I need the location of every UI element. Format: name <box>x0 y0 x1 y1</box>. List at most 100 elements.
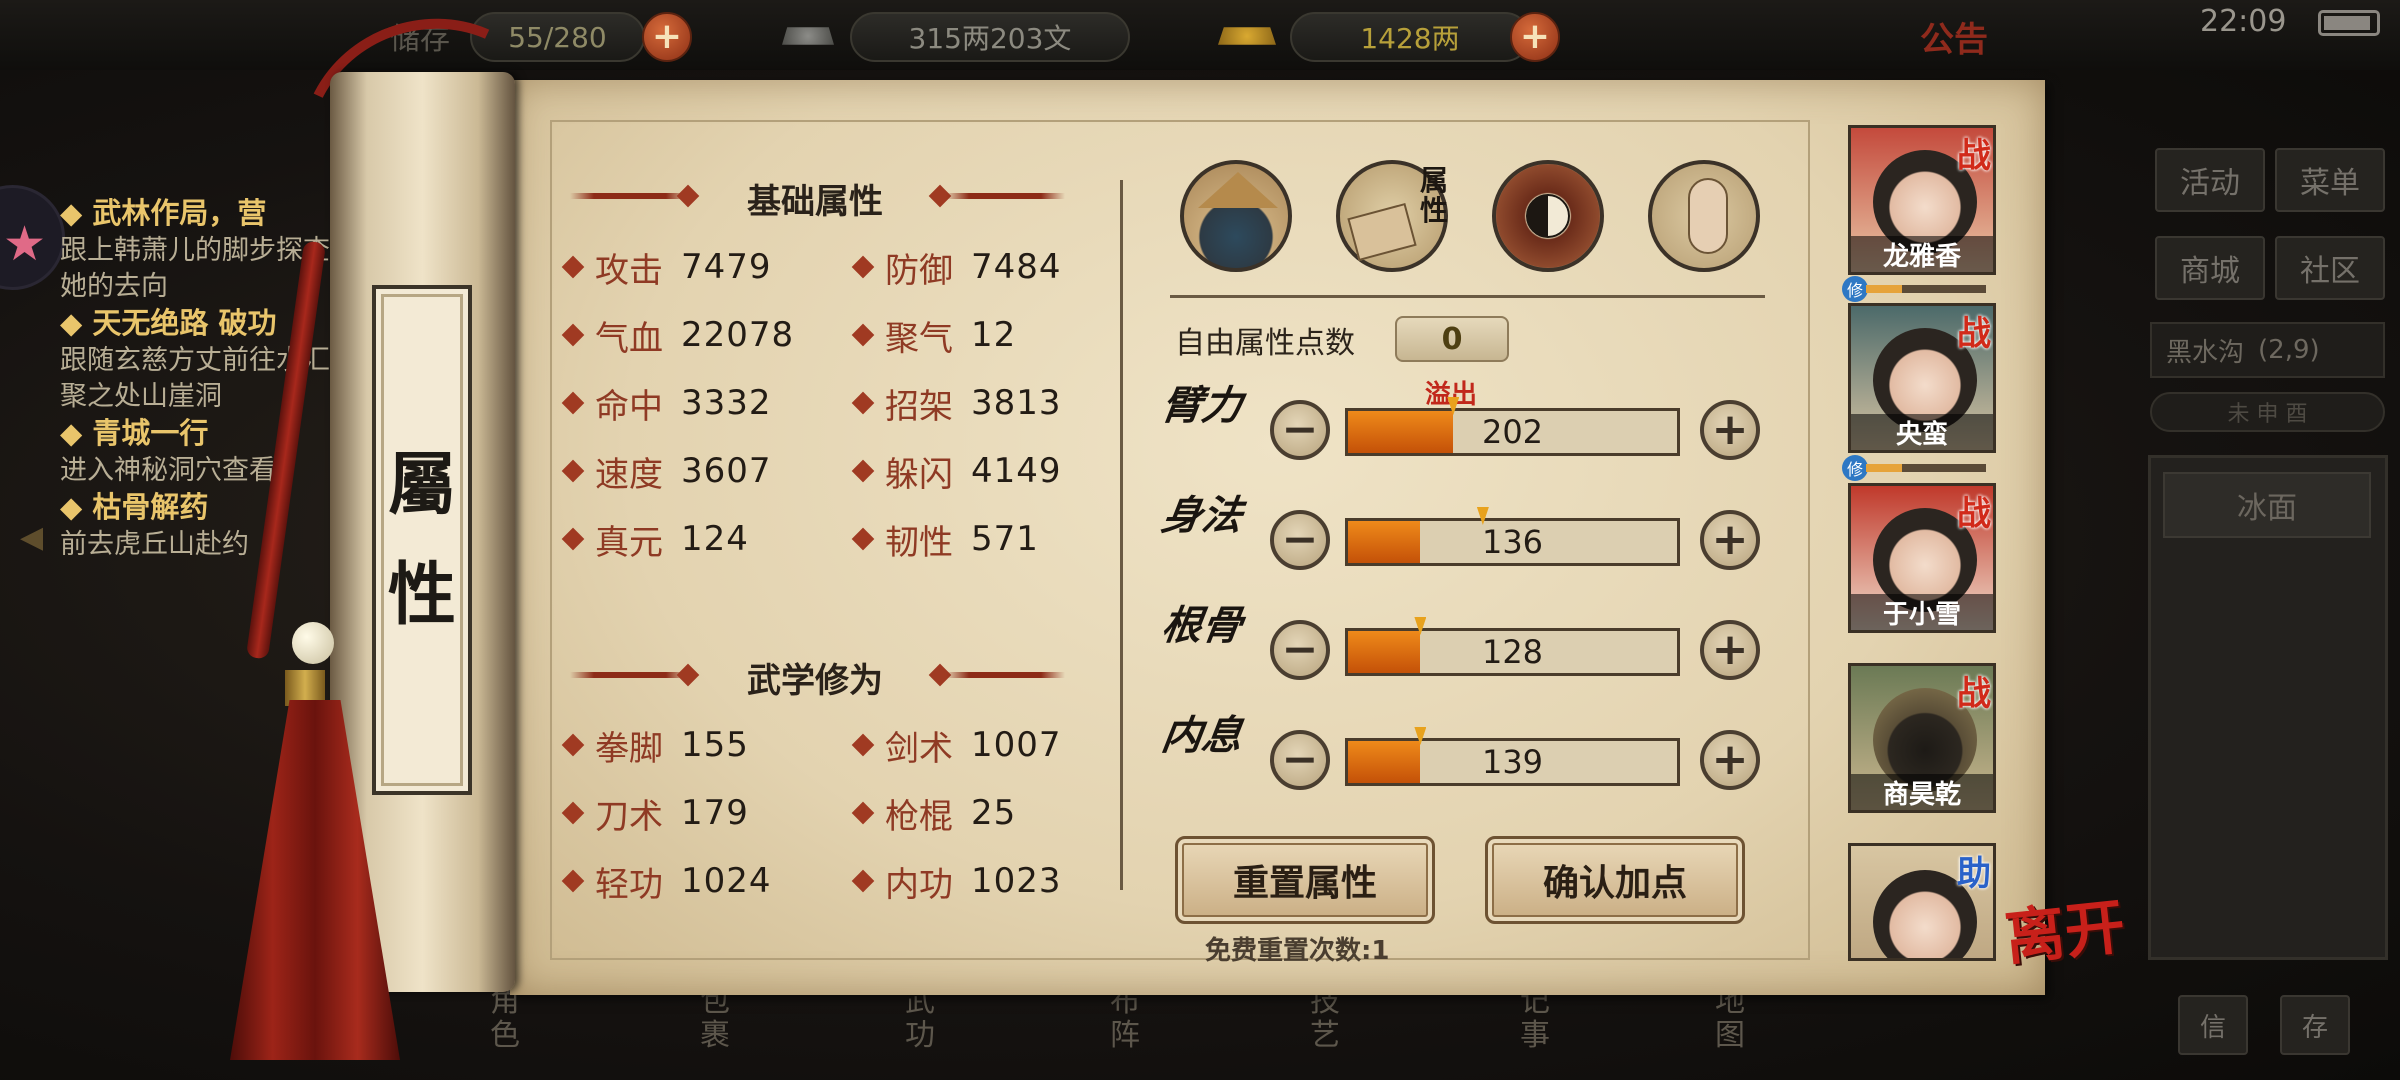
clock: 22:09 <box>2200 4 2287 39</box>
member-name: 商昊乾 <box>1851 774 1993 810</box>
nav-martial[interactable]: 武功 <box>905 985 945 1080</box>
party-member-card[interactable]: 战 商昊乾 <box>1848 663 1996 813</box>
minimap-bar[interactable]: 未 申 酉 <box>2150 392 2385 432</box>
stat-dodge: 躲闪 4149 <box>851 449 1062 495</box>
add-gold-button[interactable]: + <box>1510 12 1560 62</box>
reset-attributes-button[interactable]: 重置属性 <box>1175 836 1435 924</box>
stat-parry: 招架 3813 <box>851 381 1062 427</box>
quest-desc: 前去虎丘山赴约 <box>60 529 249 560</box>
confirm-points-button[interactable]: 确认加点 <box>1485 836 1745 924</box>
announcement-button[interactable]: 公告 <box>1920 12 1988 61</box>
stat-blade: 刀术 179 <box>561 791 749 837</box>
straw-hat-icon <box>1198 172 1278 208</box>
helper-tag: 助 <box>1957 854 1991 894</box>
star-icon: ★ <box>3 216 47 272</box>
party-member-card[interactable]: 战 央蛮 <box>1848 303 1996 453</box>
ornament-line <box>570 672 690 678</box>
battle-tag: 战 <box>1957 314 1991 354</box>
panel-title: 屬 性 <box>372 285 472 795</box>
quest-item[interactable]: ◆ 枯骨解药 前去虎丘山赴约 <box>60 489 350 563</box>
tab-equipment[interactable] <box>1180 160 1292 272</box>
strength-minus-button[interactable]: − <box>1270 400 1330 460</box>
martial-title: 武学修为 <box>747 660 883 701</box>
panel-divider <box>1120 180 1123 890</box>
stat-inner-power: 内功 1023 <box>851 859 1062 905</box>
battle-tag: 战 <box>1957 494 1991 534</box>
constitution-plus-button[interactable]: + <box>1700 620 1760 680</box>
stat-defense: 防御 7484 <box>851 245 1062 291</box>
bottom-nav: 角色 包裹 武功 布阵 技艺 记事 地图 <box>460 985 2180 1080</box>
tab-formation[interactable] <box>1492 160 1604 272</box>
cultivation-bar <box>1866 464 1986 472</box>
cultivation-badge: 修 <box>1842 455 1868 481</box>
yin-yang-icon <box>1526 194 1570 238</box>
quest-item[interactable]: ◆ 青城一行 进入神秘洞穴查看 <box>60 415 350 489</box>
free-points-value: 0 <box>1395 316 1509 362</box>
agility-minus-button[interactable]: − <box>1270 510 1330 570</box>
member-name: 龙雅香 <box>1851 236 1993 272</box>
collapse-arrow-icon[interactable]: ◀ <box>20 520 43 555</box>
quest-title: 枯骨解药 <box>92 490 209 524</box>
battle-tag: 战 <box>1957 136 1991 176</box>
tab-meridians[interactable] <box>1648 160 1760 272</box>
body-figure-icon <box>1688 178 1728 254</box>
cultivation-badge: 修 <box>1842 276 1868 302</box>
strength-bar: 202 <box>1345 397 1680 456</box>
location-name: 黑水沟 <box>2166 337 2245 368</box>
agility-plus-button[interactable]: + <box>1700 510 1760 570</box>
strength-value: 202 <box>1481 413 1544 451</box>
breath-value: 139 <box>1481 743 1544 781</box>
community-button[interactable]: 社区 <box>2275 236 2385 300</box>
panel-title-char: 性 <box>387 555 456 635</box>
location-display: 黑水沟 (2,9) <box>2150 322 2385 378</box>
breath-minus-button[interactable]: − <box>1270 730 1330 790</box>
party-member-card[interactable]: 助 <box>1848 843 1996 961</box>
nav-bag[interactable]: 包裹 <box>700 985 740 1080</box>
quest-title: 青城一行 <box>92 416 209 450</box>
breath-plus-button[interactable]: + <box>1700 730 1760 790</box>
ornament-line <box>945 672 1065 678</box>
nav-journal[interactable]: 记事 <box>1520 985 1560 1080</box>
quest-title: 天无绝路 破功 <box>92 306 277 340</box>
free-points-label: 自由属性点数 <box>1175 326 1355 361</box>
tab-attributes[interactable]: 属性 <box>1336 160 1448 272</box>
basic-attributes-title: 基础属性 <box>747 181 883 222</box>
nav-role[interactable]: 角色 <box>490 985 530 1080</box>
panel-title-char: 屬 <box>387 445 456 525</box>
strength-plus-button[interactable]: + <box>1700 400 1760 460</box>
nav-map[interactable]: 地图 <box>1715 985 1755 1080</box>
nav-formation[interactable]: 布阵 <box>1110 985 1150 1080</box>
attr-breath-label: 内息 <box>1158 712 1246 759</box>
save-button[interactable]: 存 <box>2280 995 2350 1055</box>
attr-strength-label: 臂力 <box>1158 382 1246 429</box>
gold-ingot-icon <box>1218 27 1276 45</box>
quest-desc: 进入神秘洞穴查看 <box>60 455 276 486</box>
member-name: 于小雪 <box>1851 594 1993 630</box>
gold-amount: 1428两 <box>1290 12 1530 62</box>
activity-button[interactable]: 活动 <box>2155 148 2265 212</box>
location-coords: (2,9) <box>2258 335 2320 365</box>
scroll-icon <box>1347 202 1417 262</box>
shop-button[interactable]: 商城 <box>2155 236 2265 300</box>
stat-lightness: 轻功 1024 <box>561 859 772 905</box>
tab-underline <box>1170 295 1765 298</box>
silver-amount: 315两203文 <box>850 12 1130 62</box>
add-bag-button[interactable]: + <box>642 12 692 62</box>
silver-ingot-icon <box>782 27 834 45</box>
stat-true-energy: 真元 124 <box>561 517 749 563</box>
party-member-card[interactable]: 战 龙雅香 <box>1848 125 1996 275</box>
stat-qi: 聚气 12 <box>851 313 1016 359</box>
jade-bead-icon <box>292 622 334 664</box>
agility-bar: 136 <box>1345 507 1680 566</box>
stat-toughness: 韧性 571 <box>851 517 1039 563</box>
tab-attributes-label: 属性 <box>1420 164 1449 227</box>
menu-button[interactable]: 菜单 <box>2275 148 2385 212</box>
info-button[interactable]: 信 <box>2178 995 2248 1055</box>
leave-button[interactable]: 离开 <box>2002 892 2129 974</box>
stat-sword: 剑术 1007 <box>851 723 1062 769</box>
party-member-card[interactable]: 战 于小雪 <box>1848 483 1996 633</box>
stat-fist: 拳脚 155 <box>561 723 749 769</box>
constitution-minus-button[interactable]: − <box>1270 620 1330 680</box>
nav-skills[interactable]: 技艺 <box>1310 985 1350 1080</box>
agility-value: 136 <box>1481 523 1544 561</box>
